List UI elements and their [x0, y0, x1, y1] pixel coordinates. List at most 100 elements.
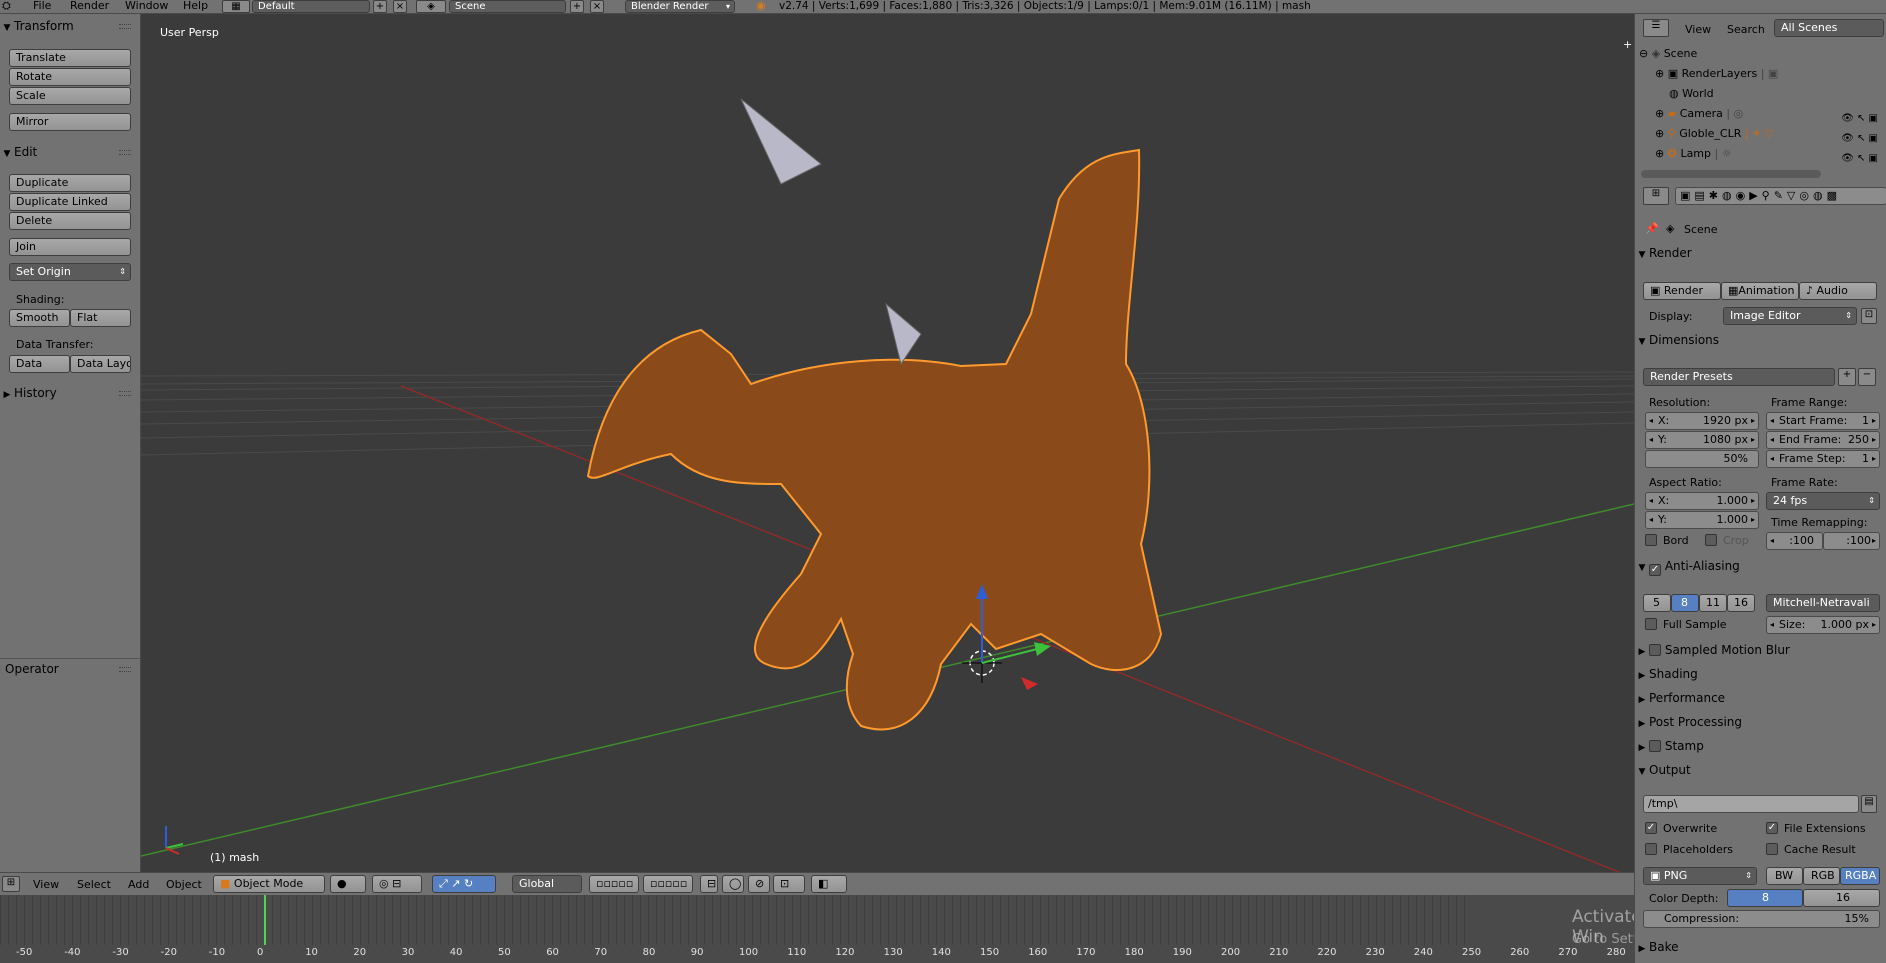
- flat-button[interactable]: Flat: [70, 309, 131, 327]
- viewport-shading-select[interactable]: ●: [330, 875, 366, 893]
- add-layout-button[interactable]: +: [373, 0, 387, 13]
- operator-panel-header[interactable]: Operator: [0, 661, 139, 678]
- performance-panel-header[interactable]: ▶ Performance: [1635, 690, 1885, 707]
- display-mode-select[interactable]: All Scenes: [1774, 19, 1884, 37]
- time-remap-old-field[interactable]: ◂:100: [1766, 532, 1823, 550]
- color-rgb-button[interactable]: RGB: [1803, 867, 1840, 885]
- properties-context-tabs[interactable]: ▣▤✱◍◉▶⚲✎▽◎◍▩: [1675, 187, 1886, 205]
- resolution-y-field[interactable]: ◂ Y: 1080 px ▸: [1645, 431, 1759, 449]
- duplicate-linked-button[interactable]: Duplicate Linked: [9, 193, 131, 211]
- lock-layers-icon[interactable]: ⊟: [700, 875, 718, 893]
- aspect-x-field[interactable]: ◂ X: 1.000 ▸: [1645, 492, 1759, 510]
- render-engine-select[interactable]: Blender Render ▾: [625, 0, 735, 13]
- smooth-button[interactable]: Smooth: [9, 309, 70, 327]
- start-frame-field[interactable]: ◂ Start Frame: 1 ▸: [1766, 412, 1880, 430]
- aa-samples-8[interactable]: 8: [1671, 594, 1699, 612]
- anti-aliasing-checkbox[interactable]: ✓: [1649, 564, 1661, 576]
- audio-button[interactable]: ♪ Audio: [1799, 282, 1877, 300]
- shading-panel-header[interactable]: ▶ Shading: [1635, 666, 1885, 683]
- add-scene-button[interactable]: +: [570, 0, 584, 13]
- menu-search[interactable]: Search: [1727, 23, 1765, 36]
- editor-type-icon[interactable]: ⊞: [1643, 187, 1669, 205]
- file-format-select[interactable]: ▣ PNG ⇕: [1643, 867, 1757, 885]
- proportional-edit-icon[interactable]: ◯: [722, 875, 744, 893]
- render-preview-icon[interactable]: ◧: [811, 875, 847, 893]
- aspect-y-field[interactable]: ◂ Y: 1.000 ▸: [1645, 511, 1759, 529]
- translate-button[interactable]: Translate: [9, 49, 131, 67]
- render-panel-header[interactable]: ▼ Render: [1635, 245, 1885, 262]
- color-rgba-button[interactable]: RGBA: [1840, 867, 1880, 885]
- visibility-toggles[interactable]: 👁 ↖ ▣ 👁 ↖ ▣ 👁 ↖ ▣: [1841, 109, 1878, 169]
- end-frame-field[interactable]: ◂ End Frame: 250 ▸: [1766, 431, 1880, 449]
- display-select[interactable]: Image Editor ⇕: [1723, 307, 1857, 325]
- drag-grip-icon[interactable]: [119, 24, 131, 29]
- new-window-icon[interactable]: ⊡: [1861, 308, 1877, 324]
- history-panel-header[interactable]: ▶ History: [0, 385, 139, 402]
- aa-samples-16[interactable]: 16: [1727, 594, 1755, 612]
- depth-8-button[interactable]: 8: [1727, 889, 1803, 907]
- join-button[interactable]: Join: [9, 238, 131, 256]
- delete-button[interactable]: Delete: [9, 212, 131, 230]
- horizontal-scrollbar[interactable]: [1641, 170, 1821, 178]
- stamp-panel-header[interactable]: ▶ Stamp: [1635, 738, 1885, 755]
- screen-layout-icon[interactable]: ▦: [222, 0, 250, 13]
- dimensions-panel-header[interactable]: ▼ Dimensions: [1635, 332, 1885, 349]
- border-checkbox[interactable]: [1645, 534, 1657, 546]
- aa-filter-select[interactable]: Mitchell-Netravali: [1766, 594, 1880, 612]
- motion-blur-checkbox[interactable]: [1649, 644, 1661, 656]
- layers-grid-b[interactable]: ▫▫▫▫▫: [643, 875, 693, 893]
- aa-samples-5[interactable]: 5: [1643, 594, 1671, 612]
- aa-samples-11[interactable]: 11: [1699, 594, 1727, 612]
- duplicate-button[interactable]: Duplicate: [9, 174, 131, 192]
- output-panel-header[interactable]: ▼ Output: [1635, 762, 1885, 779]
- remove-preset-button[interactable]: −: [1858, 368, 1876, 386]
- scene-icon[interactable]: ◈: [416, 0, 446, 13]
- pivot-select[interactable]: ◎ ⊟: [372, 875, 422, 893]
- anti-aliasing-panel-header[interactable]: ▼ ✓ Anti-Aliasing: [1635, 558, 1885, 576]
- render-button[interactable]: ▣ Render: [1643, 282, 1721, 300]
- post-processing-panel-header[interactable]: ▶ Post Processing: [1635, 714, 1885, 731]
- scale-button[interactable]: Scale: [9, 87, 131, 105]
- layout-select[interactable]: Default: [252, 0, 370, 13]
- editor-type-icon[interactable]: ☰: [1643, 19, 1669, 37]
- 3d-viewport[interactable]: User Persp (1) mash +: [141, 14, 1634, 886]
- file-extensions-checkbox[interactable]: ✓: [1766, 822, 1778, 834]
- menu-file[interactable]: File: [33, 0, 51, 14]
- drag-grip-icon[interactable]: [119, 391, 131, 396]
- snap-icon[interactable]: ⊘: [748, 875, 770, 893]
- edit-panel-header[interactable]: ▼ Edit: [0, 144, 139, 161]
- rotate-button[interactable]: Rotate: [9, 68, 131, 86]
- menu-window[interactable]: Window: [125, 0, 168, 14]
- menu-view[interactable]: View: [33, 878, 59, 891]
- menu-view[interactable]: View: [1685, 23, 1711, 36]
- resolution-x-field[interactable]: ◂ X: 1920 px ▸: [1645, 412, 1759, 430]
- snap-element-select[interactable]: ⊡: [773, 875, 805, 893]
- frame-step-field[interactable]: ◂ Frame Step: 1 ▸: [1766, 450, 1880, 468]
- time-remap-new-field[interactable]: :100 ▸: [1823, 532, 1880, 550]
- object-mode-select[interactable]: ■ Object Mode: [213, 875, 325, 893]
- color-bw-button[interactable]: BW: [1766, 867, 1803, 885]
- placeholders-checkbox[interactable]: [1645, 843, 1657, 855]
- mirror-button[interactable]: Mirror: [9, 113, 131, 131]
- outliner-row-scene[interactable]: ⊖ ◈ Scene: [1639, 44, 1879, 64]
- folder-icon[interactable]: ▤: [1861, 795, 1877, 813]
- data-transfer-button[interactable]: Data: [9, 355, 70, 373]
- menu-render[interactable]: Render: [70, 0, 109, 14]
- animation-button[interactable]: ▦Animation: [1721, 282, 1799, 300]
- transform-panel-header[interactable]: ▼ Transform: [0, 18, 139, 35]
- outliner-row-renderlayers[interactable]: ⊕ ▣ RenderLayers | ▣: [1655, 64, 1886, 84]
- depth-16-button[interactable]: 16: [1803, 889, 1880, 907]
- menu-object[interactable]: Object: [166, 878, 202, 891]
- compression-slider[interactable]: Compression: 15%: [1643, 910, 1880, 928]
- remove-scene-button[interactable]: ×: [590, 0, 604, 13]
- resolution-percentage-slider[interactable]: 50%: [1645, 450, 1759, 468]
- drag-grip-icon[interactable]: [119, 150, 131, 155]
- timeline[interactable]: -50 -40 -30 -20 -10 0 10 20 30 40 50 60 70 80 90 100 110…: [0, 895, 1805, 963]
- menu-select[interactable]: Select: [77, 878, 111, 891]
- editor-type-icon[interactable]: ⊞: [2, 876, 20, 892]
- filter-size-field[interactable]: ◂ Size: 1.000 px ▸: [1766, 616, 1880, 634]
- overwrite-checkbox[interactable]: ✓: [1645, 822, 1657, 834]
- set-origin-select[interactable]: Set Origin ⇕: [9, 263, 131, 281]
- blender-icon[interactable]: ⛭: [2, 0, 12, 14]
- drag-grip-icon[interactable]: [119, 667, 131, 672]
